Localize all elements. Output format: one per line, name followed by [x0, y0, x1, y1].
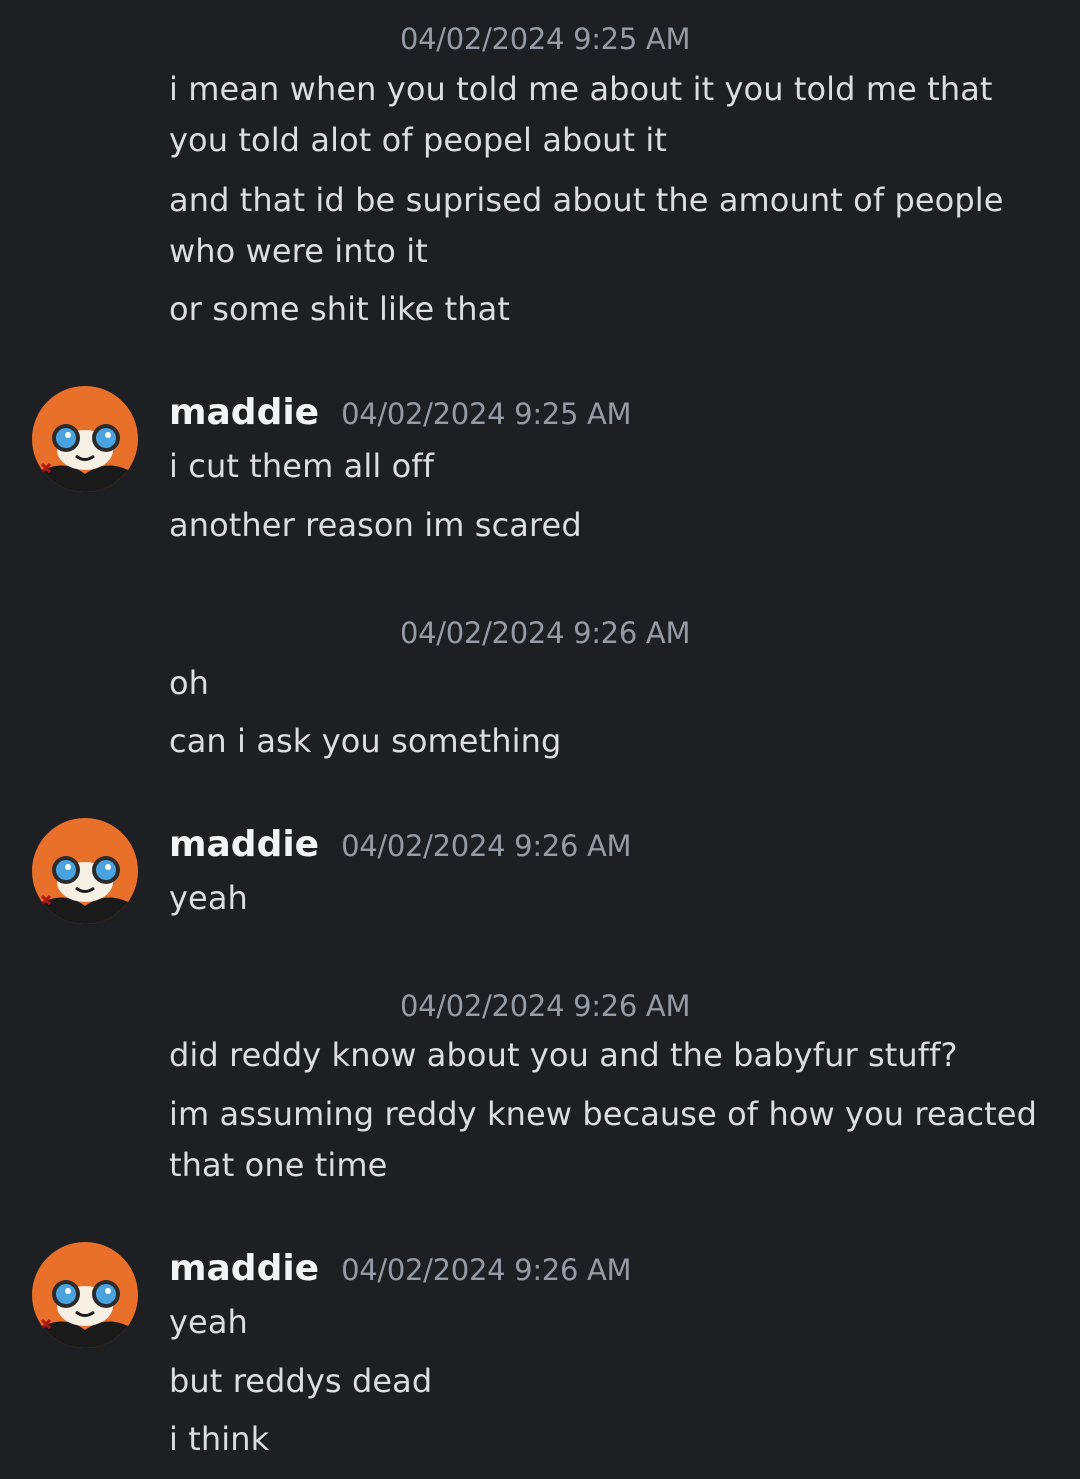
message-timestamp: 04/02/2024 9:25 AM: [341, 397, 632, 431]
message-header: maddie 04/02/2024 9:26 AM: [169, 1248, 632, 1289]
chat-message[interactable]: but reddys dead: [169, 1356, 1049, 1407]
chat-message[interactable]: can i ask you something: [169, 716, 1049, 767]
avatar[interactable]: [32, 1242, 138, 1348]
red-panda-avatar-icon: [32, 386, 138, 492]
chat-message[interactable]: i think: [169, 1414, 1049, 1465]
chat-message[interactable]: did reddy know about you and the babyfur…: [169, 1030, 1049, 1081]
message-header: maddie 04/02/2024 9:26 AM: [169, 824, 632, 865]
username[interactable]: maddie: [169, 824, 319, 865]
username[interactable]: maddie: [169, 392, 319, 433]
chat-message[interactable]: or some shit like that: [169, 284, 1049, 335]
username[interactable]: maddie: [169, 1248, 319, 1289]
avatar[interactable]: [32, 818, 138, 924]
chat-message[interactable]: i mean when you told me about it you tol…: [169, 64, 1049, 166]
chat-message[interactable]: oh: [169, 658, 1049, 709]
message-timestamp: 04/02/2024 9:26 AM: [341, 829, 632, 863]
chat-message[interactable]: im assuming reddy knew because of how yo…: [169, 1089, 1049, 1191]
message-header: maddie 04/02/2024 9:25 AM: [169, 392, 632, 433]
avatar[interactable]: [32, 386, 138, 492]
message-timestamp: 04/02/2024 9:26 AM: [400, 989, 691, 1023]
red-panda-avatar-icon: [32, 1242, 138, 1348]
message-timestamp: 04/02/2024 9:26 AM: [400, 616, 691, 650]
message-timestamp: 04/02/2024 9:25 AM: [400, 22, 691, 56]
chat-message-list[interactable]: 04/02/2024 9:25 AM i mean when you told …: [0, 0, 1080, 1479]
chat-message[interactable]: and that id be suprised about the amount…: [169, 175, 1049, 277]
chat-message[interactable]: i cut them all off: [169, 441, 1049, 492]
chat-message[interactable]: yeah: [169, 1297, 1049, 1348]
chat-message[interactable]: yeah: [169, 873, 1049, 924]
message-timestamp: 04/02/2024 9:26 AM: [341, 1253, 632, 1287]
chat-message[interactable]: another reason im scared: [169, 500, 1049, 551]
red-panda-avatar-icon: [32, 818, 138, 924]
